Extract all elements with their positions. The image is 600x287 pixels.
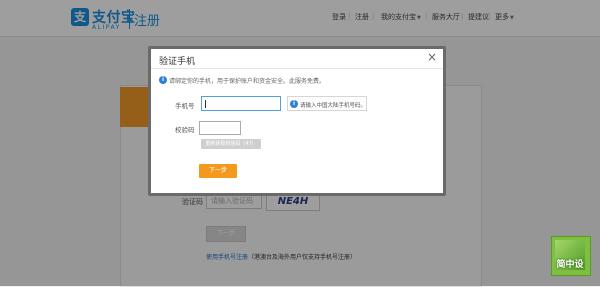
close-icon[interactable]: ×: [427, 50, 437, 64]
dialog-title: 验证手机: [159, 57, 196, 67]
phone-label: 手机号: [175, 102, 195, 110]
resend-code-button[interactable]: 重新获取校验码（47）: [201, 139, 261, 149]
phone-tip: i 请输入中国大陆手机号码。: [287, 96, 367, 111]
widget-label: 简中设: [556, 260, 584, 270]
verify-phone-dialog: 验证手机 × i 请绑定你的手机，用于保护账户和资金安全。此服务免费。 手机号 …: [151, 49, 443, 193]
phone-input[interactable]: [201, 96, 281, 111]
info-icon: i: [290, 100, 298, 108]
dialog-divider: [151, 68, 443, 69]
info-icon: i: [159, 76, 167, 84]
ime-widget[interactable]: 简中设: [551, 236, 591, 276]
code-input[interactable]: [199, 121, 241, 135]
phone-tip-text: 请输入中国大陆手机号码。: [300, 103, 367, 109]
text-cursor: [205, 100, 206, 108]
dialog-notice: 请绑定你的手机，用于保护账户和资金安全。此服务免费。: [169, 78, 326, 85]
next-step-button[interactable]: 下一步: [199, 164, 237, 178]
code-label: 校验码: [175, 126, 195, 134]
